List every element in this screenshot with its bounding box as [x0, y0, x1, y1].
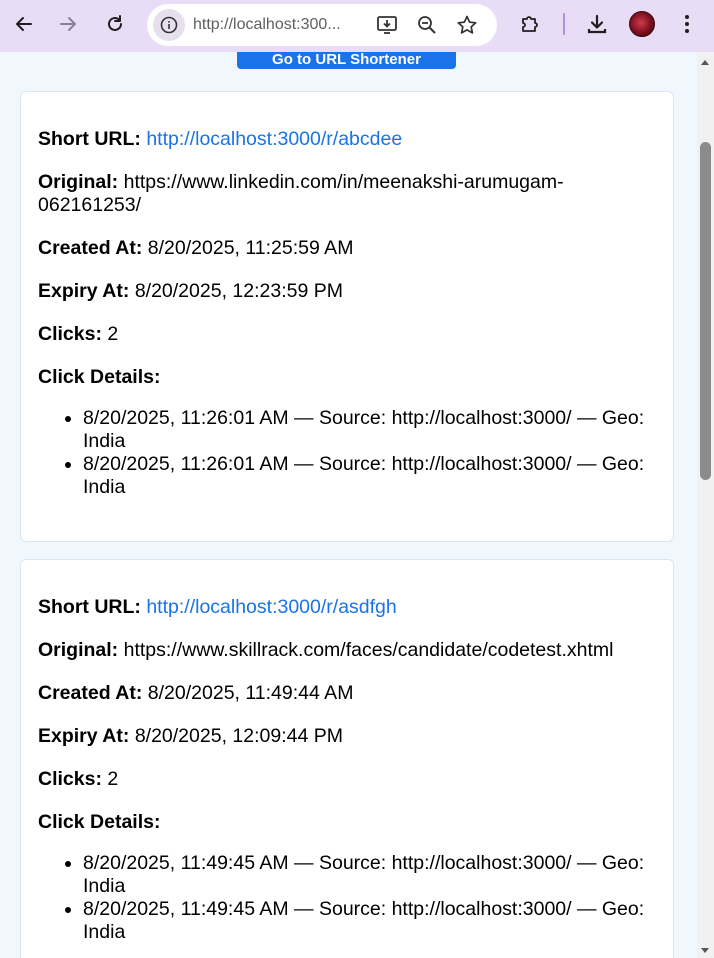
- expiry-value: 8/20/2025, 12:09:44 PM: [134, 725, 343, 747]
- download-icon: [587, 14, 607, 34]
- reload-icon: [108, 15, 122, 31]
- clicks-value: 2: [107, 768, 119, 790]
- created-label: Created At:: [38, 237, 143, 259]
- extensions-button[interactable]: [514, 8, 546, 40]
- short-url-field: Short URL: http://localhost:3000/r/asdfg…: [38, 596, 656, 619]
- original-url-field: Original: https://www.linkedin.com/in/me…: [38, 171, 656, 217]
- created-value: 8/20/2025, 11:25:59 AM: [147, 237, 354, 259]
- short-url-link[interactable]: http://localhost:3000/r/asdfgh: [146, 596, 396, 618]
- short-url-field: Short URL: http://localhost:3000/r/abcde…: [38, 128, 656, 151]
- clicks-field: Clicks: 2: [38, 323, 656, 346]
- click-detail-item: 8/20/2025, 11:49:45 AM — Source: http://…: [83, 898, 656, 944]
- short-url-label: Short URL:: [38, 128, 141, 150]
- expiry-label: Expiry At:: [38, 725, 130, 747]
- clicks-label: Clicks:: [38, 323, 102, 345]
- install-app-icon: [377, 16, 397, 34]
- original-url-field: Original: https://www.skillrack.com/face…: [38, 639, 656, 662]
- created-value: 8/20/2025, 11:49:44 AM: [147, 682, 354, 704]
- click-detail-item: 8/20/2025, 11:26:01 AM — Source: http://…: [83, 407, 656, 453]
- downloads-button[interactable]: [581, 8, 613, 40]
- browser-toolbar: http://localhost:300...: [0, 0, 714, 52]
- created-at-field: Created At: 8/20/2025, 11:25:59 AM: [38, 237, 656, 260]
- expiry-label: Expiry At:: [38, 280, 130, 302]
- go-to-shortener-button[interactable]: Go to URL Shortener: [237, 52, 456, 69]
- site-info-button[interactable]: [153, 9, 185, 41]
- info-icon: [160, 16, 178, 34]
- click-details-list: 8/20/2025, 11:49:45 AM — Source: http://…: [83, 852, 656, 944]
- clicks-label: Clicks:: [38, 768, 102, 790]
- forward-button[interactable]: [52, 8, 84, 40]
- zoom-icon: [418, 16, 436, 34]
- expiry-at-field: Expiry At: 8/20/2025, 12:23:59 PM: [38, 280, 656, 303]
- arrow-left-icon: [16, 17, 32, 31]
- page-viewport: Go to URL Shortener Short URL: http://lo…: [0, 52, 697, 958]
- clicks-field: Clicks: 2: [38, 768, 656, 791]
- scrollbar-thumb[interactable]: [700, 142, 711, 480]
- click-detail-item: 8/20/2025, 11:26:01 AM — Source: http://…: [83, 453, 656, 499]
- short-url-label: Short URL:: [38, 596, 141, 618]
- click-details-label: Click Details:: [38, 811, 161, 833]
- page-scrollbar[interactable]: [697, 52, 714, 958]
- zoom-button[interactable]: [415, 13, 439, 37]
- back-button[interactable]: [8, 8, 40, 40]
- toolbar-divider: [563, 13, 565, 35]
- url-card: Short URL: http://localhost:3000/r/abcde…: [20, 91, 674, 542]
- kebab-menu-icon: [685, 15, 689, 33]
- created-label: Created At:: [38, 682, 143, 704]
- clicks-value: 2: [107, 323, 119, 345]
- scroll-down-arrow-icon[interactable]: [701, 948, 709, 953]
- click-details-list: 8/20/2025, 11:26:01 AM — Source: http://…: [83, 407, 656, 499]
- created-at-field: Created At: 8/20/2025, 11:49:44 AM: [38, 682, 656, 705]
- url-text[interactable]: http://localhost:300...: [193, 16, 363, 34]
- click-detail-item: 8/20/2025, 11:49:45 AM — Source: http://…: [83, 852, 656, 898]
- click-details-heading: Click Details:: [38, 366, 656, 389]
- original-url-value: https://www.skillrack.com/faces/candidat…: [123, 639, 614, 661]
- expiry-value: 8/20/2025, 12:23:59 PM: [134, 280, 343, 302]
- url-card: Short URL: http://localhost:3000/r/asdfg…: [20, 559, 674, 958]
- reload-button[interactable]: [99, 8, 131, 40]
- original-label: Original:: [38, 171, 119, 193]
- install-app-button[interactable]: [375, 13, 399, 37]
- browser-menu-button[interactable]: [671, 8, 703, 40]
- address-bar[interactable]: http://localhost:300...: [147, 4, 497, 46]
- original-label: Original:: [38, 639, 119, 661]
- arrow-right-icon: [60, 17, 76, 31]
- puzzle-icon: [522, 16, 538, 32]
- bookmark-button[interactable]: [455, 13, 479, 37]
- scroll-up-arrow-icon[interactable]: [701, 60, 709, 65]
- star-icon: [457, 15, 477, 34]
- profile-avatar[interactable]: [629, 11, 655, 37]
- click-details-heading: Click Details:: [38, 811, 656, 834]
- short-url-link[interactable]: http://localhost:3000/r/abcdee: [146, 128, 402, 150]
- expiry-at-field: Expiry At: 8/20/2025, 12:09:44 PM: [38, 725, 656, 748]
- click-details-label: Click Details:: [38, 366, 161, 388]
